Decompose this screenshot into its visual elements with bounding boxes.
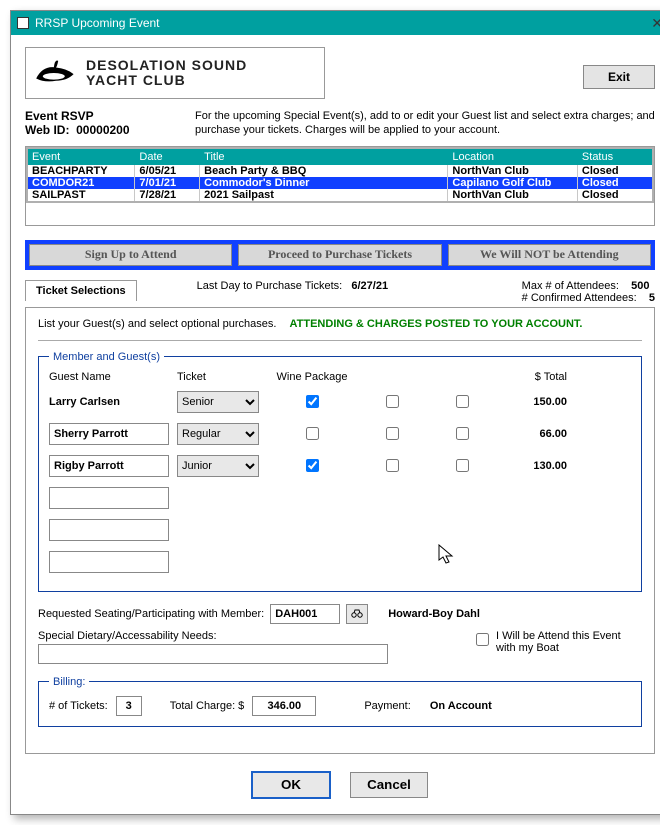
total-charge-label: Total Charge: $ xyxy=(170,700,245,712)
guest-row xyxy=(49,517,631,543)
tickets-count-input[interactable] xyxy=(116,696,142,716)
extra1-checkbox[interactable] xyxy=(386,427,399,440)
guest-name-input[interactable] xyxy=(49,423,169,445)
extra2-checkbox[interactable] xyxy=(456,427,469,440)
guest-total: 66.00 xyxy=(497,428,567,440)
purchase-button[interactable]: Proceed to Purchase Tickets xyxy=(238,244,441,266)
max-label: Max # of Attendees: xyxy=(522,280,619,292)
window-title: RRSP Upcoming Event xyxy=(35,16,160,30)
lastday-label: Last Day to Purchase Tickets: xyxy=(197,280,343,292)
col-ticket: Ticket xyxy=(177,371,267,383)
col-total: $ Total xyxy=(497,371,567,383)
confirmed-value: 5 xyxy=(649,292,655,304)
brand-line1: DESOLATION SOUND xyxy=(86,58,247,73)
cancel-button[interactable]: Cancel xyxy=(350,772,428,798)
ticket-select[interactable]: SeniorRegularJunior xyxy=(177,391,259,413)
max-value: 500 xyxy=(631,280,649,292)
guest-total: 150.00 xyxy=(497,396,567,408)
titlebar: RRSP Upcoming Event ✕ xyxy=(11,11,660,35)
confirmed-label: # Confirmed Attendees: xyxy=(522,292,637,304)
guest-name-static: Larry Carlsen xyxy=(49,396,177,408)
ticket-select[interactable]: SeniorRegularJunior xyxy=(177,423,259,445)
signup-button[interactable]: Sign Up to Attend xyxy=(29,244,232,266)
lastday-value: 6/27/21 xyxy=(351,280,388,292)
wine-checkbox[interactable] xyxy=(306,427,319,440)
not-attending-button[interactable]: We Will NOT be Attending xyxy=(448,244,651,266)
guest-total: 130.00 xyxy=(497,460,567,472)
webid-value: 00000200 xyxy=(76,123,129,137)
th-event[interactable]: Event xyxy=(27,148,135,165)
webid-label: Web ID: xyxy=(25,123,69,137)
extra2-checkbox[interactable] xyxy=(456,459,469,472)
guests-fieldset: Member and Guest(s) Guest Name Ticket Wi… xyxy=(38,351,642,592)
guest-name-input[interactable] xyxy=(49,455,169,477)
payment-value: On Account xyxy=(430,700,492,712)
event-row[interactable]: SAILPAST7/28/212021 SailpastNorthVan Clu… xyxy=(27,189,653,202)
rsvp-blurb: For the upcoming Special Event(s), add t… xyxy=(195,109,655,138)
th-status[interactable]: Status xyxy=(577,148,653,165)
th-title[interactable]: Title xyxy=(200,148,448,165)
attending-status-msg: ATTENDING & CHARGES POSTED TO YOUR ACCOU… xyxy=(290,318,583,330)
requested-label: Requested Seating/Participating with Mem… xyxy=(38,608,264,620)
col-guest-name: Guest Name xyxy=(49,371,177,383)
requested-lookup-name: Howard-Boy Dahl xyxy=(388,608,480,620)
guest-row xyxy=(49,549,631,575)
list-guests-text: List your Guest(s) and select optional p… xyxy=(38,318,276,330)
orca-icon xyxy=(34,56,78,90)
boat-checkbox[interactable] xyxy=(476,633,489,646)
th-location[interactable]: Location xyxy=(448,148,578,165)
total-charge-input[interactable] xyxy=(252,696,316,716)
billing-legend: Billing: xyxy=(49,676,89,688)
boat-label: I Will be Attend this Event with my Boat xyxy=(496,630,642,654)
guest-row xyxy=(49,485,631,511)
guests-legend: Member and Guest(s) xyxy=(49,351,164,363)
rsvp-label: Event RSVP xyxy=(25,109,165,123)
guest-row: SeniorRegularJunior 130.00 xyxy=(49,453,631,479)
guest-row: SeniorRegularJunior 66.00 xyxy=(49,421,631,447)
lookup-member-button[interactable] xyxy=(346,604,368,624)
app-window: RRSP Upcoming Event ✕ DESOLATION SOUND Y… xyxy=(10,10,660,815)
brand-line2: YACHT CLUB xyxy=(86,73,247,88)
th-date[interactable]: Date xyxy=(135,148,200,165)
guest-name-input[interactable] xyxy=(49,551,169,573)
extra1-checkbox[interactable] xyxy=(386,395,399,408)
close-icon[interactable]: ✕ xyxy=(651,15,660,32)
guest-row: Larry CarlsenSeniorRegularJunior 150.00 xyxy=(49,389,631,415)
guest-name-input[interactable] xyxy=(49,487,169,509)
binoculars-icon xyxy=(351,608,363,620)
ticket-select[interactable]: SeniorRegularJunior xyxy=(177,455,259,477)
tab-ticket-selections[interactable]: Ticket Selections xyxy=(25,280,137,301)
wine-checkbox[interactable] xyxy=(306,395,319,408)
guest-name-input[interactable] xyxy=(49,519,169,541)
tickets-label: # of Tickets: xyxy=(49,700,108,712)
window-icon xyxy=(17,17,29,29)
special-needs-input[interactable] xyxy=(38,644,388,664)
requested-code-input[interactable] xyxy=(270,604,340,624)
billing-fieldset: Billing: # of Tickets: Total Charge: $ P… xyxy=(38,676,642,727)
event-table[interactable]: Event Date Title Location Status BEACHPA… xyxy=(25,146,655,226)
extra2-checkbox[interactable] xyxy=(456,395,469,408)
wine-checkbox[interactable] xyxy=(306,459,319,472)
event-row[interactable]: COMDOR217/01/21Commodor's DinnerCapilano… xyxy=(27,177,653,189)
action-button-bar: Sign Up to Attend Proceed to Purchase Ti… xyxy=(25,240,655,270)
ok-button[interactable]: OK xyxy=(252,772,330,798)
brand-logo-box: DESOLATION SOUND YACHT CLUB xyxy=(25,47,325,99)
exit-button[interactable]: Exit xyxy=(583,65,655,89)
col-wine: Wine Package xyxy=(267,371,357,383)
special-label: Special Dietary/Accessability Needs: xyxy=(38,630,398,642)
extra1-checkbox[interactable] xyxy=(386,459,399,472)
event-row[interactable]: BEACHPARTY6/05/21Beach Party & BBQNorthV… xyxy=(27,165,653,177)
payment-label: Payment: xyxy=(364,700,410,712)
